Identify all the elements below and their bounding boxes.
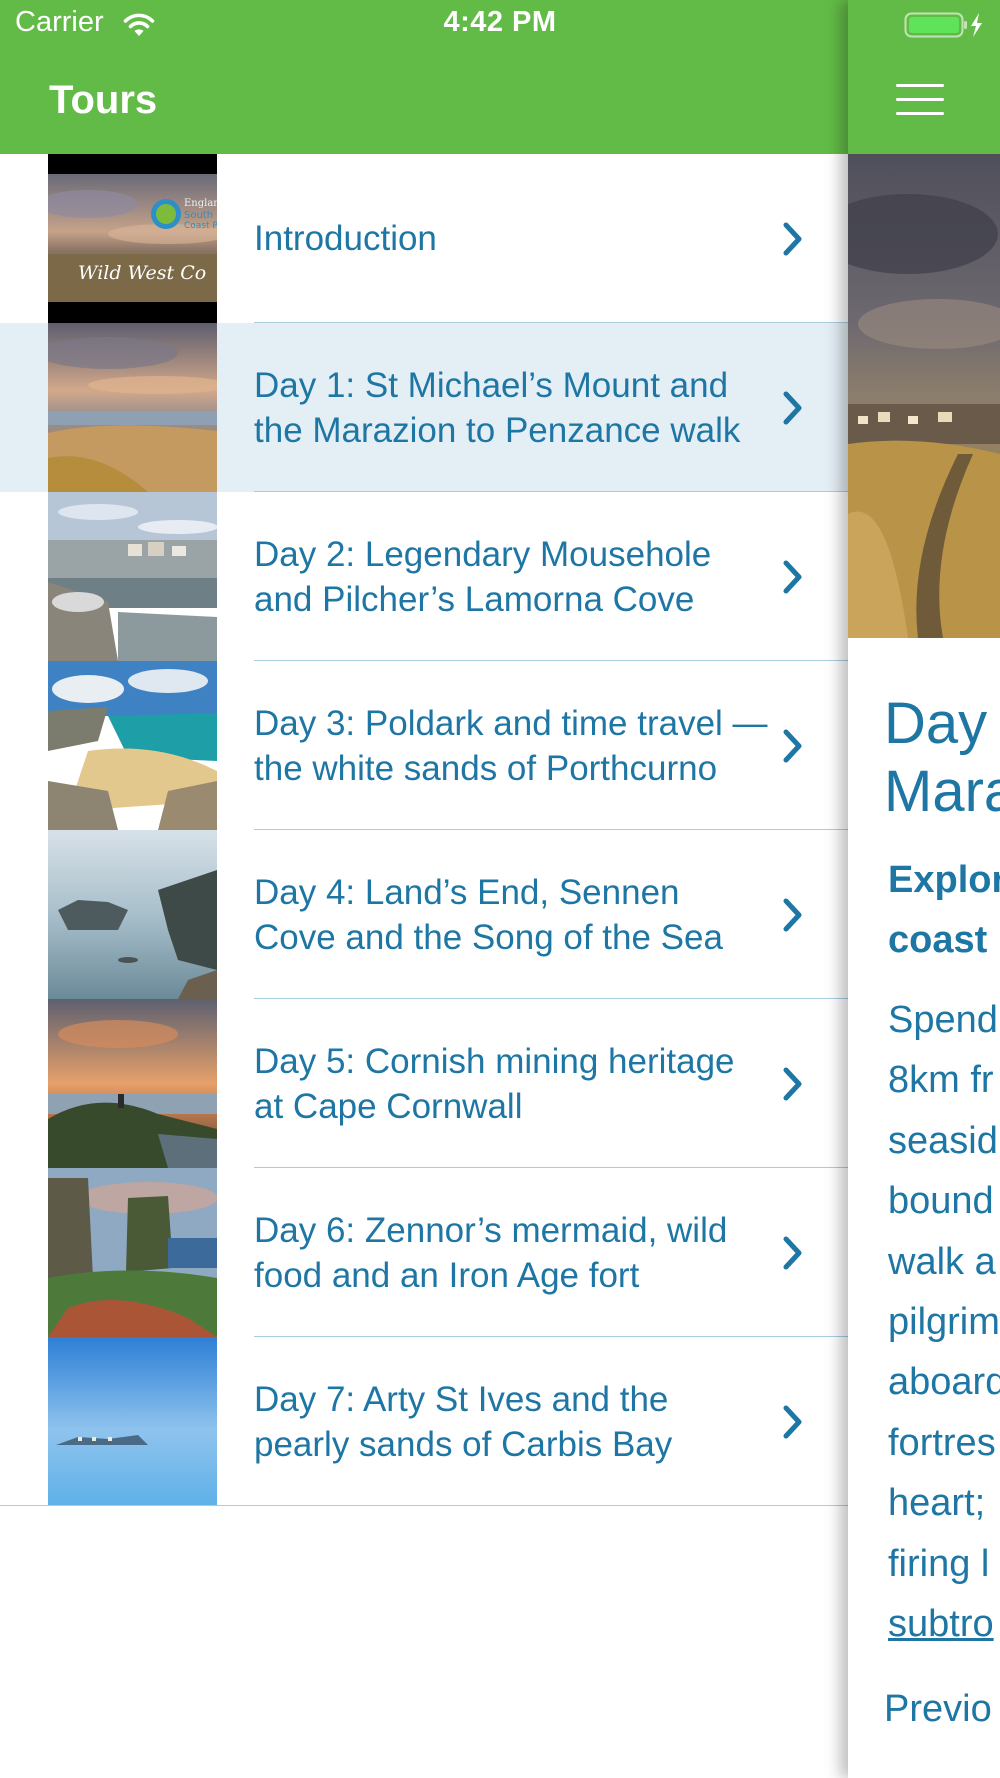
tour-title-line: Day — [884, 691, 988, 756]
tour-title: Day Mara — [884, 690, 1000, 826]
tour-thumbnail-day-1 — [48, 323, 217, 492]
tours-list: Englan South Coast P Wild West Co Introd… — [0, 154, 848, 1506]
tour-thumbnail-day-3 — [48, 661, 217, 830]
tour-hero-image — [848, 154, 1000, 638]
status-time: 4:42 PM — [443, 6, 557, 38]
chevron-right-icon — [783, 222, 802, 255]
svg-text:Englan: Englan — [184, 198, 217, 209]
thumbnail-overlay-text: Wild West Co — [78, 262, 207, 284]
tour-item-label: Day 3: Poldark and time travel — the whi… — [254, 703, 768, 788]
svg-text:South: South — [184, 210, 213, 221]
tour-item-introduction[interactable]: Englan South Coast P Wild West Co Introd… — [0, 154, 848, 323]
body-line: firing l — [888, 1542, 990, 1585]
body-line: walk a — [888, 1240, 996, 1283]
tour-item-label: Day 7: Arty St Ives and the pearly sands… — [254, 1379, 673, 1464]
tour-subtitle: Explor coast — [888, 850, 1000, 970]
drawer-title: Tours — [49, 78, 158, 122]
body-line: Spend — [888, 999, 998, 1041]
description-link[interactable]: subtro — [888, 1594, 1000, 1654]
tour-item-label: Day 4: Land’s End, Sennen Cove and the S… — [254, 872, 723, 957]
chevron-right-icon — [783, 1236, 802, 1269]
previous-button[interactable]: Previo — [884, 1688, 992, 1731]
tour-thumbnail-day-2 — [48, 492, 217, 661]
chevron-right-icon — [783, 729, 802, 762]
tour-item-day-2[interactable]: Day 2: Legendary Mousehole and Pilcher’s… — [0, 492, 848, 661]
tour-item-label: Introduction — [254, 219, 437, 258]
tour-subtitle-line: coast — [888, 919, 988, 961]
chevron-right-icon — [783, 560, 802, 593]
svg-text:Coast P: Coast P — [184, 221, 217, 231]
tour-item-day-5[interactable]: Day 5: Cornish mining heritage at Cape C… — [0, 999, 848, 1168]
tour-detail-panel[interactable]: Day Mara Explor coast Spend 8km fr seasi… — [848, 0, 1000, 1778]
chevron-right-icon — [783, 391, 802, 424]
tour-item-label: Day 2: Legendary Mousehole and Pilcher’s… — [254, 534, 712, 619]
chevron-right-icon — [783, 1405, 802, 1438]
tour-item-label: Day 5: Cornish mining heritage at Cape C… — [254, 1041, 735, 1126]
tour-item-day-3[interactable]: Day 3: Poldark and time travel — the whi… — [0, 661, 848, 830]
tours-drawer: Carrier Tours Englan South Coast P Wild … — [0, 0, 848, 1778]
chevron-right-icon — [783, 898, 802, 931]
tour-item-day-1[interactable]: Day 1: St Michael’s Mount and the Marazi… — [0, 323, 848, 492]
tour-title-line: Mara — [884, 759, 1000, 824]
hamburger-menu-icon[interactable] — [896, 80, 944, 116]
body-line: fortres — [888, 1421, 996, 1464]
tour-thumbnail-introduction: Englan South Coast P Wild West Co — [48, 154, 217, 323]
body-line: seasid — [888, 1119, 998, 1162]
body-line: bound — [888, 1180, 994, 1223]
tour-thumbnail-day-6 — [48, 1168, 217, 1337]
body-line: pilgrim — [888, 1301, 1000, 1344]
chevron-right-icon — [783, 1067, 802, 1100]
tour-thumbnail-day-7 — [48, 1337, 217, 1506]
tour-item-day-6[interactable]: Day 6: Zennor’s mermaid, wild food and a… — [0, 1168, 848, 1337]
tour-item-label: Day 6: Zennor’s mermaid, wild food and a… — [254, 1210, 728, 1295]
body-line: 8km fr — [888, 1059, 994, 1102]
tour-thumbnail-day-5 — [48, 999, 217, 1168]
body-line: aboard — [888, 1361, 1000, 1404]
row-divider — [0, 1505, 848, 1506]
tour-item-label: Day 1: St Michael’s Mount and the Marazi… — [254, 365, 741, 450]
tour-description: Spend 8km fr seasid bound walk a pilgrim… — [888, 990, 1000, 1654]
tour-subtitle-line: Explor — [888, 859, 1000, 901]
tour-item-day-4[interactable]: Day 4: Land’s End, Sennen Cove and the S… — [0, 830, 848, 999]
body-line: heart; — [888, 1482, 986, 1525]
tour-item-day-7[interactable]: Day 7: Arty St Ives and the pearly sands… — [0, 1337, 848, 1506]
tour-thumbnail-day-4 — [48, 830, 217, 999]
